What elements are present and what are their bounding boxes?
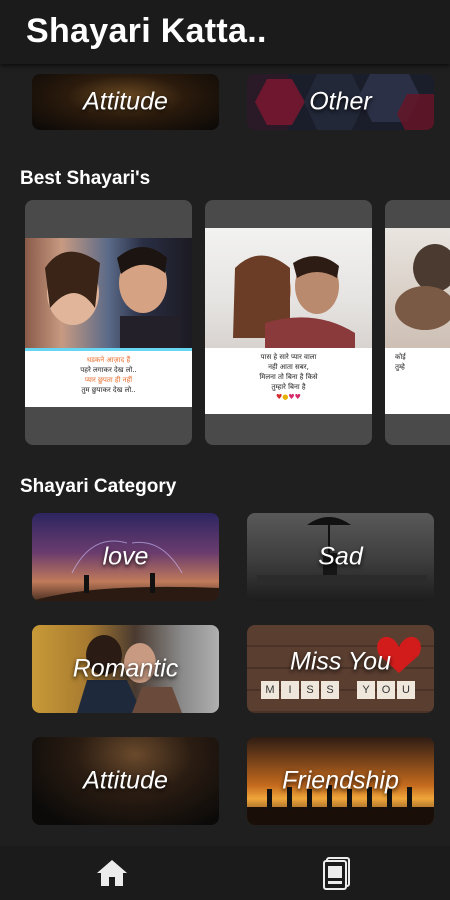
best-shayari-card[interactable]: कोई तुम्हे (385, 200, 450, 445)
category-label: Attitude (83, 87, 168, 116)
best-shayari-card[interactable]: धडकने आज़ाद हैं पहरे लगाकर देख लो.. प्या… (25, 200, 192, 445)
nav-home-button[interactable] (95, 856, 129, 890)
section-title-category: Shayari Category (20, 476, 177, 497)
main-scroll-content[interactable]: Attitude Other Best Shayari's धडकने आज़ा… (0, 64, 450, 846)
category-label: Sad (318, 542, 363, 571)
app-title: Shayari Katta.. (26, 12, 267, 50)
bottom-nav (0, 846, 450, 900)
shayari-caption: कोई तुम्हे (385, 348, 450, 414)
best-shayari-card[interactable]: पास हे सारे प्यार वाला नही आता सबर, मिलन… (205, 200, 372, 445)
couple-photo (385, 228, 450, 348)
couple-photo (205, 228, 372, 348)
category-card-love[interactable]: love (32, 513, 219, 601)
nav-gallery-button[interactable] (320, 856, 354, 890)
category-card-other[interactable]: Other (247, 74, 434, 130)
category-label: love (102, 542, 149, 571)
section-title-best: Best Shayari's (20, 168, 151, 189)
category-label: Attitude (83, 766, 168, 795)
home-icon (97, 860, 127, 886)
couple-illustration (45, 247, 180, 348)
photo-gallery-icon (323, 857, 350, 890)
couple-photo (25, 238, 192, 348)
category-label: Other (309, 87, 372, 116)
couple-illustration (395, 244, 450, 330)
category-card-sad[interactable]: Sad (247, 513, 434, 601)
shayari-caption: धडकने आज़ाद हैं पहरे लगाकर देख लो.. प्या… (25, 351, 192, 407)
category-card-attitude[interactable]: Attitude (32, 737, 219, 825)
category-label: Romantic (72, 654, 179, 683)
category-label: Miss You (290, 647, 391, 676)
shayari-caption: पास हे सारे प्यार वाला नही आता सबर, मिलन… (205, 348, 372, 414)
category-card-romantic[interactable]: Romantic (32, 625, 219, 713)
couple-illustration (233, 255, 355, 348)
category-card-miss-you[interactable]: M I S S Y O U Miss You (247, 625, 434, 713)
category-card-friendship[interactable]: Friendship (247, 737, 434, 825)
app-bar: Shayari Katta.. (0, 0, 450, 64)
category-label: Friendship (282, 766, 399, 795)
category-card-attitude-top[interactable]: Attitude (32, 74, 219, 130)
letter-tiles: M I S S Y O U (261, 681, 415, 699)
